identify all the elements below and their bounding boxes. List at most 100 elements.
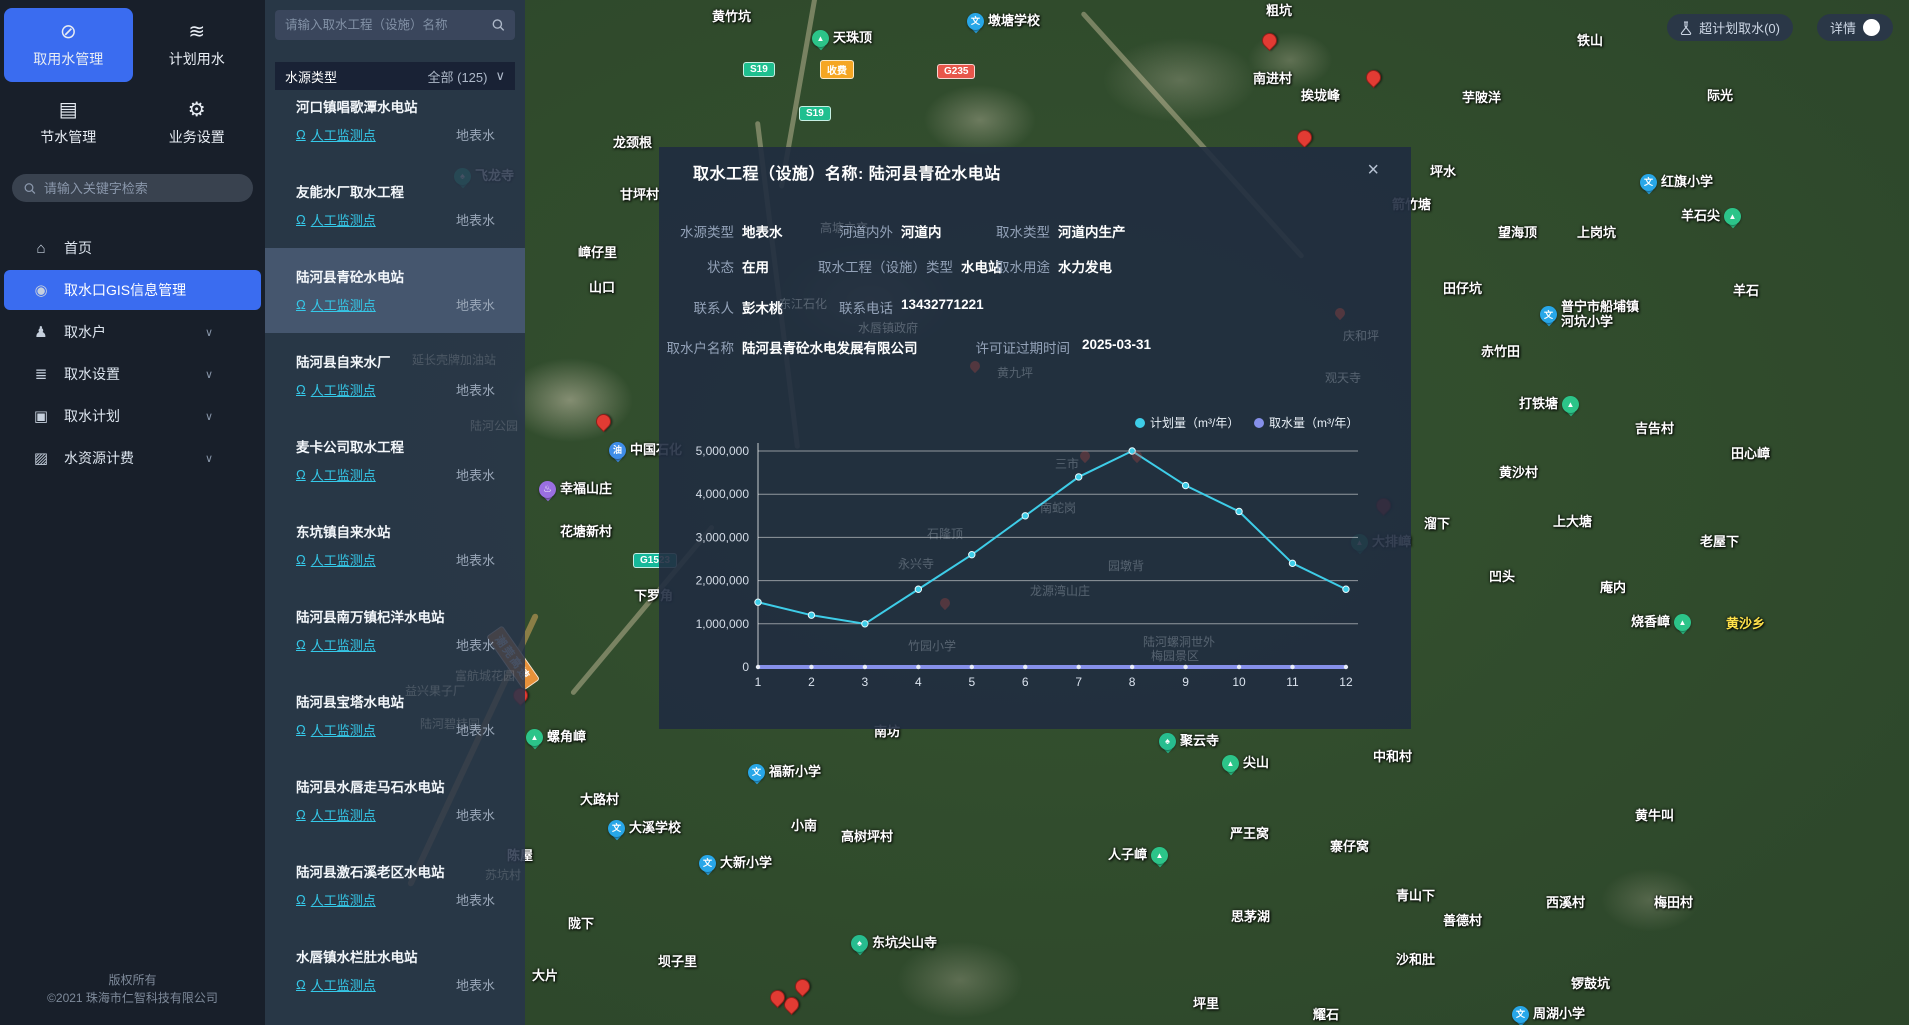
map-label: 上岗坑 xyxy=(1577,226,1616,241)
ghost-map-label: 南蛇岗 xyxy=(1040,501,1076,515)
svg-text:11: 11 xyxy=(1286,675,1299,689)
resort-pin-icon: ♨ xyxy=(539,481,556,498)
map-label: 人子嶂▲ xyxy=(1108,847,1168,864)
map-label: 坪水 xyxy=(1430,165,1456,180)
detail-toggle[interactable]: 详情 xyxy=(1817,14,1893,41)
station-list-item[interactable]: 陆河县自来水厂 Ω人工监测点 地表水 xyxy=(265,333,525,418)
manual-monitor-link[interactable]: Ω人工监测点 xyxy=(296,805,376,824)
map-label: 西溪村 xyxy=(1546,896,1585,911)
map-label: 坪里 xyxy=(1193,997,1219,1012)
person-icon: Ω xyxy=(296,892,306,907)
road-badge: 收费 xyxy=(820,60,854,79)
manual-monitor-link[interactable]: Ω人工监测点 xyxy=(296,635,376,654)
database-icon: ≣ xyxy=(32,365,50,383)
manual-monitor-link[interactable]: Ω人工监测点 xyxy=(296,465,376,484)
manual-monitor-link[interactable]: Ω人工监测点 xyxy=(296,380,376,399)
manual-monitor-link[interactable]: Ω人工监测点 xyxy=(296,975,376,994)
map-label: ▲天珠顶 xyxy=(812,30,872,47)
station-list-item[interactable]: 东坑镇自来水站 Ω人工监测点 地表水 xyxy=(265,503,525,588)
sidebar-item-2[interactable]: ◉ 取水口GIS信息管理 xyxy=(4,270,261,310)
sidebar-item-6[interactable]: ▨ 水资源计费 ∨ xyxy=(4,438,261,478)
sidebar-search[interactable] xyxy=(12,174,253,202)
app-tile-4[interactable]: ⚙业务设置 xyxy=(133,86,262,160)
station-list-item[interactable]: 陆河县宝塔水电站 Ω人工监测点 地表水 xyxy=(265,673,525,758)
map-label: 花塘新村 xyxy=(560,525,612,540)
sidebar-item-1[interactable]: ⌂ 首页 xyxy=(4,228,261,268)
station-list-item[interactable]: 陆河县青砼水电站 Ω人工监测点 地表水 xyxy=(265,248,525,333)
map-label: 锣鼓坑 xyxy=(1571,977,1610,992)
station-list-item[interactable]: 河口镇唱歌潭水电站 Ω人工监测点 地表水 xyxy=(265,90,525,163)
chevron-down-icon: ∨ xyxy=(205,452,213,465)
manual-monitor-link[interactable]: Ω人工监测点 xyxy=(296,550,376,569)
station-search-input[interactable] xyxy=(285,18,484,32)
station-list-item[interactable]: 麦卡公司取水工程 Ω人工监测点 地表水 xyxy=(265,418,525,503)
ghost-map-label: 竹园小学 xyxy=(908,639,956,653)
temple-pin-icon: ♠ xyxy=(851,935,868,952)
map-label: ▲尖山 xyxy=(1222,755,1269,772)
station-name: 陆河县青砼水电站 xyxy=(296,266,509,286)
map-label: 上大塘 xyxy=(1553,515,1592,530)
school-pin-icon: 文 xyxy=(748,764,765,781)
manual-monitor-link[interactable]: Ω人工监测点 xyxy=(296,295,376,314)
intake-point-marker[interactable] xyxy=(1294,127,1315,148)
chevron-down-icon: ∨ xyxy=(205,410,213,423)
sidebar-item-label: 取水设置 xyxy=(64,364,120,384)
app-tile-label: 业务设置 xyxy=(169,127,225,147)
station-list-item[interactable]: 水唇镇水栏肚水电站 Ω人工监测点 地表水 xyxy=(265,928,525,1013)
map-label: 老屋下 xyxy=(1700,535,1739,550)
school-pin-icon: 文 xyxy=(608,820,625,837)
intake-point-marker[interactable] xyxy=(593,411,614,432)
app-root: 黄竹坑▲天珠顶文墩塘学校粗坑铁山南进村挨垅峰芋陂洋际光坪水箭竹塘文红旗小学羊石尖… xyxy=(0,0,1909,1025)
app-tile-3[interactable]: ▤节水管理 xyxy=(4,86,133,160)
water-source-filter[interactable]: 水源类型 全部 (125)∨ xyxy=(275,62,515,90)
detail-toggle-label: 详情 xyxy=(1830,18,1856,37)
map-label: 文红旗小学 xyxy=(1640,174,1713,191)
svg-text:10: 10 xyxy=(1232,675,1246,689)
sidebar-item-5[interactable]: ▣ 取水计划 ∨ xyxy=(4,396,261,436)
sidebar-item-3[interactable]: ♟ 取水户 ∨ xyxy=(4,312,261,352)
school-pin-icon: 文 xyxy=(1540,306,1557,323)
svg-text:取水量（m³/年）: 取水量（m³/年） xyxy=(1269,416,1358,430)
person-icon: Ω xyxy=(296,212,306,227)
station-name: 陆河县水唇走马石水电站 xyxy=(296,776,509,796)
svg-text:4: 4 xyxy=(915,675,922,689)
app-tile-2[interactable]: ≋计划用水 xyxy=(133,8,262,82)
manual-monitor-link[interactable]: Ω人工监测点 xyxy=(296,125,376,144)
search-icon[interactable] xyxy=(492,18,505,32)
ghost-map-label: 梅园景区 xyxy=(1151,649,1199,663)
ghost-map-label: 陆河螺洞世外 xyxy=(1143,635,1215,649)
app-tile-1[interactable]: ⊘取用水管理 xyxy=(4,8,133,82)
field-value: 水力发电 xyxy=(1058,256,1112,276)
toggle-knob[interactable] xyxy=(1863,19,1880,36)
station-list-item[interactable]: 陆河县水唇走马石水电站 Ω人工监测点 地表水 xyxy=(265,758,525,843)
field-value: 2025-03-31 xyxy=(1082,337,1151,352)
intake-point-marker[interactable] xyxy=(1363,67,1384,88)
intake-point-marker[interactable] xyxy=(792,976,813,997)
map-label: 庵内 xyxy=(1600,581,1626,596)
station-name: 水唇镇水栏肚水电站 xyxy=(296,946,509,966)
flask-icon xyxy=(1680,21,1692,35)
station-list-item[interactable]: 友能水厂取水工程 Ω人工监测点 地表水 xyxy=(265,163,525,248)
map-label: 际光 xyxy=(1707,89,1733,104)
intake-point-marker[interactable] xyxy=(1259,30,1280,51)
map-label: 大路村 xyxy=(580,793,619,808)
school-pin-icon: 文 xyxy=(1512,1006,1529,1023)
close-icon[interactable]: × xyxy=(1367,160,1379,180)
sidebar-item-label: 取水计划 xyxy=(64,406,120,426)
person-icon: Ω xyxy=(296,127,306,142)
manual-monitor-link[interactable]: Ω人工监测点 xyxy=(296,720,376,739)
sidebar-search-input[interactable] xyxy=(44,181,241,196)
over-plan-intake-button[interactable]: 超计划取水(0) xyxy=(1667,14,1793,41)
manual-monitor-link[interactable]: Ω人工监测点 xyxy=(296,210,376,229)
mountain-pin-icon: ▲ xyxy=(812,30,829,47)
water-source-type: 地表水 xyxy=(456,890,495,909)
manual-monitor-link[interactable]: Ω人工监测点 xyxy=(296,890,376,909)
gas-station-pin-icon: 油 xyxy=(609,442,626,459)
map-label: 耀石 xyxy=(1313,1008,1339,1023)
station-search[interactable] xyxy=(275,10,515,40)
sidebar-item-4[interactable]: ≣ 取水设置 ∨ xyxy=(4,354,261,394)
station-list-item[interactable]: 陆河县南万镇杞洋水电站 Ω人工监测点 地表水 xyxy=(265,588,525,673)
station-list-item[interactable]: 陆河县激石溪老区水电站 Ω人工监测点 地表水 xyxy=(265,843,525,928)
modal-title: 取水工程（设施）名称: 陆河县青砼水电站 xyxy=(693,160,1001,184)
filter-value: 全部 (125) xyxy=(428,67,488,86)
